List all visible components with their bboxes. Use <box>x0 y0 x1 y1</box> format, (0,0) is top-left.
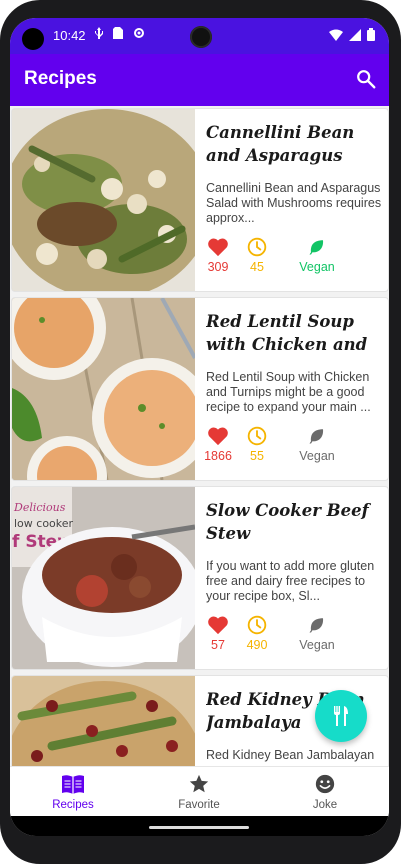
status-time: 10:42 <box>53 28 86 43</box>
search-icon[interactable] <box>355 68 377 90</box>
bottom-navigation: Recipes Favorite Joke <box>10 766 389 817</box>
usb-icon <box>95 27 103 39</box>
leaf-icon <box>309 240 324 255</box>
likes-count: 57 <box>211 638 225 652</box>
recipe-description: If you want to add more gluten free and … <box>206 559 375 603</box>
image-overlay-line1: Delicious <box>13 501 66 514</box>
heart-icon <box>208 616 228 635</box>
minutes-count: 45 <box>250 260 264 274</box>
recipe-title: Red Lentil Soup with Chicken and Turnips <box>206 312 368 354</box>
nav-joke[interactable]: Joke <box>262 773 388 811</box>
vegan-stat: Vegan <box>288 237 346 274</box>
joke-fab-button[interactable] <box>315 690 367 742</box>
vegan-label: Vegan <box>299 449 335 463</box>
heart-icon <box>208 427 228 446</box>
app-bar: Recipes <box>10 54 389 106</box>
recipe-description: Red Lentil Soup with Chicken and Turnips… <box>206 370 371 414</box>
recipe-card[interactable]: Delicious low cooker f Stew Slow Cooker … <box>11 486 389 670</box>
leaf-icon <box>309 429 324 444</box>
wifi-icon <box>329 29 343 41</box>
status-system-icons <box>329 28 375 41</box>
recipe-title: Slow Cooker Beef Stew <box>206 501 369 543</box>
minutes-count: 490 <box>246 638 268 652</box>
recipe-image <box>12 109 195 291</box>
sim-card-icon <box>113 27 124 39</box>
vegan-stat: Vegan <box>288 615 346 652</box>
front-camera-left <box>22 28 44 50</box>
cell-signal-icon <box>349 28 361 41</box>
likes-stat: 309 <box>198 237 238 274</box>
likes-stat: 1866 <box>198 426 238 463</box>
recipe-list[interactable]: Cannellini Bean and Asparagus Salad w...… <box>10 106 389 766</box>
recipe-image: Delicious low cooker f Stew <box>12 487 195 669</box>
home-gesture-handle[interactable] <box>149 826 249 829</box>
recipe-image <box>12 676 195 766</box>
status-bar: 10:42 <box>10 18 389 54</box>
heart-icon <box>208 238 228 257</box>
nav-label-favorite: Favorite <box>178 799 220 811</box>
recipe-image <box>12 298 195 480</box>
vegan-stat: Vegan <box>288 426 346 463</box>
clock-icon <box>247 237 267 257</box>
vegan-label: Vegan <box>299 638 335 652</box>
battery-icon <box>367 28 375 41</box>
likes-stat: 57 <box>198 615 238 652</box>
clock-icon <box>247 426 267 446</box>
nav-favorite[interactable]: Favorite <box>136 773 262 811</box>
nav-recipes[interactable]: Recipes <box>10 773 136 811</box>
phone-frame: 10:42 Recipes Cannellini Bean and Aspara… <box>0 0 401 864</box>
star-icon <box>189 774 209 793</box>
time-stat: 55 <box>237 426 277 463</box>
time-stat: 490 <box>237 615 277 652</box>
time-stat: 45 <box>237 237 277 274</box>
recipe-title: Cannellini Bean and Asparagus Salad w... <box>206 123 355 165</box>
likes-count: 1866 <box>204 449 232 463</box>
fork-knife-icon <box>334 706 348 726</box>
screen: 10:42 Recipes Cannellini Bean and Aspara… <box>10 18 389 836</box>
front-camera-center <box>190 26 212 48</box>
smiley-icon <box>315 774 335 794</box>
likes-count: 309 <box>207 260 229 274</box>
leaf-icon <box>309 618 324 633</box>
book-icon <box>62 775 84 794</box>
nav-label-recipes: Recipes <box>52 799 94 811</box>
recipe-card[interactable]: Red Lentil Soup with Chicken and Turnips… <box>11 297 389 481</box>
minutes-count: 55 <box>250 449 264 463</box>
recipe-description: Cannellini Bean and Asparagus Salad with… <box>206 181 382 225</box>
nav-label-joke: Joke <box>312 799 338 811</box>
recipe-card[interactable]: Cannellini Bean and Asparagus Salad w...… <box>11 108 389 292</box>
clock-icon <box>247 615 267 635</box>
image-overlay-line2: low cooker <box>14 517 74 530</box>
settings-gear-icon <box>133 28 144 38</box>
recipe-description: Red Kidney Bean Jambalayan <box>206 748 375 762</box>
page-title: Recipes <box>24 68 97 89</box>
status-notification-icons <box>94 27 145 42</box>
vegan-label: Vegan <box>299 260 335 274</box>
